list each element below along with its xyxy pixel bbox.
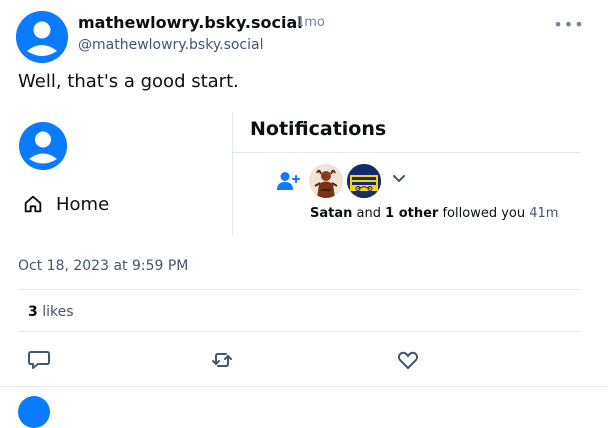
embed-notifications-title: Notifications [250, 118, 387, 140]
embed-nav-home: Home [22, 193, 109, 215]
post-text: Well, that's a good start. [18, 71, 239, 92]
chevron-down-icon [393, 175, 405, 182]
author-handle[interactable]: @mathewlowry.bsky.social [78, 37, 264, 53]
notification-others: 1 other [385, 206, 439, 221]
ellipsis-icon: ••• [553, 14, 585, 34]
default-avatar-icon [16, 11, 68, 63]
follower-avatar-satan [309, 164, 343, 198]
figure-avatar-image [309, 164, 343, 198]
follower-avatar-other [347, 164, 381, 198]
embed-header-rule [233, 152, 580, 153]
next-post-avatar[interactable] [18, 396, 50, 428]
bike-badge-avatar-image [347, 164, 381, 198]
repost-button[interactable] [210, 349, 234, 371]
meta-divider-bottom [18, 331, 580, 332]
author-avatar[interactable] [16, 11, 68, 63]
embed-notification-text: Satan and 1 other followed you 41m [310, 206, 558, 221]
notification-action: followed you [442, 206, 526, 221]
post-timestamp: Oct 18, 2023 at 9:59 PM [18, 258, 189, 274]
meta-divider-top [18, 289, 580, 290]
repost-arrows-icon [212, 353, 232, 367]
more-options-button[interactable]: ••• [553, 14, 583, 34]
heart-icon [397, 351, 419, 369]
author-display-name[interactable]: mathewlowry.bsky.social [78, 13, 303, 32]
likes-label: likes [42, 304, 74, 320]
user-plus-icon [277, 172, 300, 190]
likes-number: 3 [28, 304, 38, 320]
likes-count[interactable]: 3 likes [28, 304, 74, 320]
notification-time: 41m [529, 206, 559, 221]
default-avatar-icon [19, 122, 67, 170]
embed-nav-home-label: Home [56, 193, 110, 215]
embed-avatar [19, 122, 67, 170]
reply-button[interactable] [27, 349, 51, 371]
time-separator: · [286, 15, 291, 30]
embed-divider [232, 112, 233, 235]
post-embedded-image[interactable]: Home Notifications Satan and 1 other fol… [0, 110, 608, 240]
post-bottom-divider [0, 386, 608, 387]
notification-actor: Satan [310, 206, 353, 221]
post-time-ago[interactable]: 1mo [296, 15, 325, 30]
speech-bubble-icon [28, 351, 50, 369]
like-button[interactable] [396, 349, 420, 371]
notification-and: and [356, 206, 381, 221]
home-icon [24, 195, 42, 213]
